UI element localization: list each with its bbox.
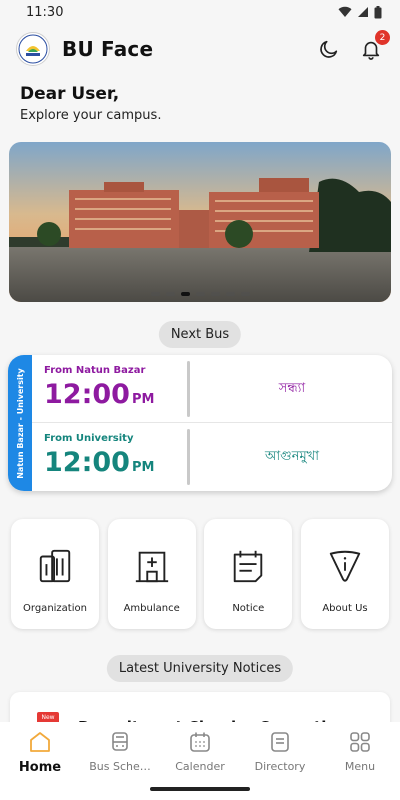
- nav-home[interactable]: Home: [4, 730, 76, 800]
- bottom-nav: Home Bus Sche… Calender Directory Menu: [0, 722, 400, 800]
- greeting-title: Dear User,: [20, 84, 120, 104]
- tile-about-us[interactable]: About Us: [300, 519, 389, 629]
- tile-organization[interactable]: Organization: [11, 519, 99, 629]
- latest-notices-label: Latest University Notices: [106, 655, 294, 682]
- tile-label: About Us: [322, 603, 368, 614]
- bus-name: আগুনমুখা: [265, 449, 319, 464]
- home-icon: [30, 732, 50, 752]
- theme-toggle-button[interactable]: [316, 36, 342, 62]
- route-strip: Natun Bazar - University: [8, 355, 32, 491]
- bus-time: 12:00 PM: [44, 447, 155, 478]
- app-title: BU Face: [62, 37, 154, 61]
- carousel-dot[interactable]: [210, 292, 220, 296]
- next-bus-label: Next Bus: [158, 321, 242, 348]
- greeting: Dear User, Explore your campus.: [20, 84, 161, 123]
- carousel-dot[interactable]: [195, 292, 205, 296]
- nav-directory[interactable]: Directory: [244, 730, 316, 800]
- calendar-notice-icon: [234, 550, 263, 583]
- signal-icon: [358, 7, 368, 17]
- carousel-dot[interactable]: [180, 292, 190, 296]
- info-triangle-icon: [329, 550, 361, 582]
- status-bar: 11:30: [0, 0, 400, 24]
- carousel-dot[interactable]: [225, 292, 235, 296]
- campus-photo: [9, 142, 391, 302]
- directory-icon: [271, 732, 289, 752]
- university-logo: [16, 32, 50, 66]
- hospital-icon: [135, 551, 168, 583]
- tile-label: Ambulance: [123, 603, 180, 614]
- carousel-dot[interactable]: [240, 292, 250, 296]
- bus-from: From University: [44, 433, 134, 444]
- next-bus-card[interactable]: Natun Bazar - University From Natun Baza…: [8, 355, 392, 491]
- calendar-icon: [190, 732, 210, 752]
- bus-icon: [112, 732, 128, 751]
- grid-icon: [350, 732, 370, 752]
- notifications-button[interactable]: 2: [358, 30, 390, 62]
- building-icon: [39, 549, 71, 583]
- bus-from: From Natun Bazar: [44, 365, 146, 376]
- status-icons: [338, 5, 382, 19]
- bus-name: সন্ধ্যা: [278, 381, 306, 396]
- route-tag: Natun Bazar - University: [15, 367, 25, 479]
- nav-label: Menu: [344, 760, 376, 773]
- moon-icon: [320, 40, 338, 58]
- gesture-bar: [150, 787, 250, 791]
- carousel-dot[interactable]: [150, 292, 160, 296]
- tile-notice[interactable]: Notice: [204, 519, 293, 629]
- wifi-icon: [338, 6, 352, 18]
- notification-badge: 2: [375, 30, 390, 45]
- nav-label: Home: [18, 760, 62, 775]
- carousel-dot[interactable]: [165, 292, 175, 296]
- nav-menu[interactable]: Menu: [324, 730, 396, 800]
- quick-access-tiles: Organization Ambulance Notice About Us: [11, 519, 389, 629]
- nav-label: Bus Sche…: [89, 760, 151, 773]
- greeting-subtitle: Explore your campus.: [20, 108, 162, 123]
- nav-bus-schedule[interactable]: Bus Sche…: [84, 730, 156, 800]
- bus-time: 12:00 PM: [44, 379, 155, 410]
- row-divider: [187, 429, 190, 485]
- campus-banner[interactable]: [9, 142, 391, 302]
- nav-label: Calender: [175, 760, 225, 773]
- tile-ambulance[interactable]: Ambulance: [107, 519, 196, 629]
- row-divider: [187, 361, 190, 417]
- bus-row-natun-bazar[interactable]: From Natun Bazar 12:00 PM সন্ধ্যা: [32, 355, 392, 423]
- carousel-dots[interactable]: [9, 292, 391, 296]
- tile-label: Notice: [232, 603, 265, 614]
- battery-icon: [374, 5, 382, 18]
- app-bar: BU Face 2: [0, 28, 400, 70]
- nav-label: Directory: [254, 760, 306, 773]
- status-time: 11:30: [26, 4, 64, 20]
- tile-label: Organization: [23, 603, 87, 614]
- bus-row-university[interactable]: From University 12:00 PM আগুনমুখা: [32, 423, 392, 491]
